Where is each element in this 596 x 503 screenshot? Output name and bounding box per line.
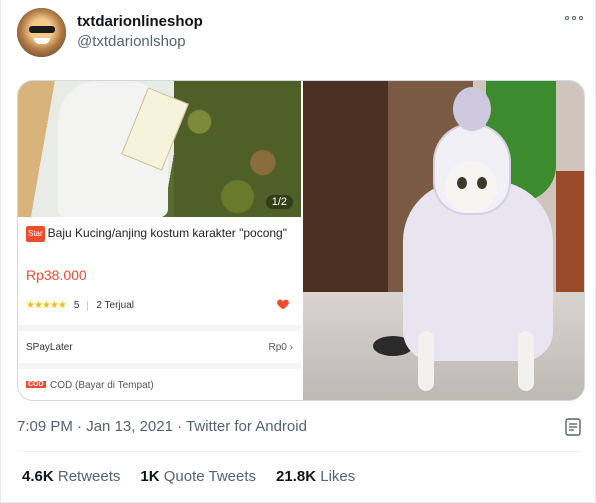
product-photo[interactable]: 1/2 — [18, 81, 301, 217]
tweet-date[interactable]: Jan 13, 2021 — [86, 418, 173, 435]
product-title-text: Baju Kucing/anjing kostum karakter "poco… — [47, 226, 287, 240]
avatar[interactable] — [17, 8, 66, 57]
product-rating: ★★★★★ 5 2 Terjual — [26, 300, 134, 311]
author-name[interactable]: txtdarionlineshop — [77, 13, 203, 30]
cod-label: COD (Bayar di Tempat) — [50, 380, 154, 391]
divider — [17, 451, 581, 452]
chevron-right-icon: › — [289, 342, 293, 353]
paylater-row: SPayLater Rp0 › — [18, 325, 301, 359]
paylater-label: SPayLater — [26, 342, 73, 353]
cod-badge: COD — [26, 381, 46, 388]
heart-icon[interactable] — [276, 297, 290, 311]
tweet-time[interactable]: 7:09 PM — [17, 418, 73, 435]
likes-stat[interactable]: 21.8K Likes — [276, 468, 355, 485]
product-price: Rp38.000 — [26, 267, 87, 283]
product-title: Star Baju Kucing/anjing kostum karakter "… — [26, 225, 296, 242]
analytics-icon[interactable] — [565, 418, 581, 436]
star-badge: Star — [26, 226, 45, 242]
paylater-value: Rp0 › — [268, 342, 293, 353]
tweet-card: txtdarionlineshop @txtdarionlshop 1/2 St… — [0, 0, 596, 503]
cod-row: COD COD (Bayar di Tempat) — [18, 363, 301, 400]
tweet-source[interactable]: Twitter for Android — [186, 418, 307, 435]
cat-photo[interactable] — [303, 81, 584, 400]
sold-count: 2 Terjual — [96, 300, 135, 311]
tweet-meta: 7:09 PM · Jan 13, 2021 · Twitter for And… — [17, 418, 307, 435]
image-counter: 1/2 — [265, 195, 293, 209]
quote-tweets-stat[interactable]: 1K Quote Tweets — [140, 468, 256, 485]
more-options-icon[interactable] — [565, 14, 583, 22]
tweet-stats: 4.6K Retweets 1K Quote Tweets 21.8K Like… — [22, 468, 375, 485]
retweets-stat[interactable]: 4.6K Retweets — [22, 468, 120, 485]
author-handle[interactable]: @txtdarionlshop — [77, 33, 186, 50]
rating-value: 5 — [73, 300, 80, 311]
tweet-media[interactable]: 1/2 Star Baju Kucing/anjing kostum karakt… — [17, 80, 585, 401]
rating-stars-icon: ★★★★★ — [26, 300, 67, 311]
